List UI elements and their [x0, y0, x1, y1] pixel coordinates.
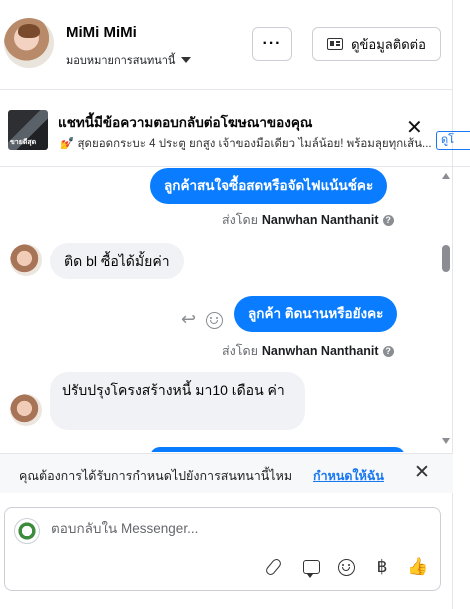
- sent-by-label: ส่งโดย Nanwhan Nanthanit ?: [222, 341, 394, 361]
- sent-by-prefix: ส่งโดย: [222, 344, 258, 358]
- reply-composer: ฿ 👍: [4, 507, 441, 591]
- ad-thumbnail-text: ขายดีสุด: [10, 139, 37, 146]
- emoji-icon: [337, 558, 355, 576]
- sent-by-name: Nanwhan Nanthanit: [261, 213, 379, 227]
- conversation-header: MiMi MiMi มอบหมายการสนทนานี้ ··· ดูข้อมู…: [0, 0, 453, 90]
- sent-by-prefix: ส่งโดย: [222, 213, 258, 227]
- scroll-up-arrow-icon[interactable]: [442, 173, 450, 179]
- assign-conversation-dropdown[interactable]: มอบหมายการสนทนานี้: [66, 51, 192, 69]
- incoming-message[interactable]: ติด bl ซื้อได้มั้ยค่า: [50, 243, 184, 279]
- sent-by-name: Nanwhan Nanthanit: [261, 344, 379, 358]
- info-icon[interactable]: ?: [382, 345, 394, 357]
- more-options-button[interactable]: ···: [252, 27, 292, 61]
- contact-avatar-small: [10, 394, 42, 426]
- incoming-message[interactable]: ปรับปรุงโครงสร้างหนี้ มา10 เดือน ค่า: [50, 372, 305, 430]
- close-icon[interactable]: ✕: [414, 463, 430, 482]
- close-icon[interactable]: ✕: [406, 118, 423, 138]
- ad-banner-subtitle: 💅 สุดยอดกระบะ 4 ประตู ยกสูง เจ้าของมือเด…: [60, 138, 432, 150]
- sent-by-label: ส่งโดย Nanwhan Nanthanit ?: [222, 210, 394, 230]
- ad-reply-banner: ขายดีสุด แชทนี้มีข้อความตอบกลับต่อโฆษณาข…: [0, 91, 470, 167]
- outgoing-message[interactable]: ลูกค้าสนใจซื้อสดหรือจัดไฟแน้นช์คะ: [150, 168, 388, 204]
- reply-input[interactable]: [51, 521, 421, 536]
- outgoing-message-partial[interactable]: [150, 447, 405, 452]
- contact-avatar[interactable]: [4, 18, 54, 68]
- page-avatar: [14, 518, 40, 544]
- baht-icon: ฿: [376, 557, 388, 576]
- emoji-button[interactable]: [335, 556, 357, 578]
- saved-replies-icon: [302, 560, 320, 578]
- assign-label: มอบหมายการสนทนานี้: [66, 55, 176, 67]
- outgoing-message[interactable]: ลูกค้า ติดนานหรือยังคะ: [234, 296, 398, 332]
- saved-replies-button[interactable]: [300, 556, 322, 578]
- scrollbar-thumb[interactable]: [442, 245, 450, 272]
- contact-avatar-small: [10, 244, 42, 276]
- react-emoji-icon[interactable]: [206, 312, 223, 329]
- view-contact-info-button[interactable]: ดูข้อมูลติดต่อ: [312, 27, 441, 61]
- thumbs-up-icon: 👍: [407, 557, 429, 576]
- attach-file-button[interactable]: [262, 556, 284, 578]
- contact-name[interactable]: MiMi MiMi: [66, 24, 137, 41]
- message-thread[interactable]: ลูกค้าสนใจซื้อสดหรือจัดไฟแน้นช์คะ ส่งโดย…: [0, 168, 453, 452]
- paperclip-icon: [263, 557, 283, 577]
- ad-thumbnail[interactable]: ขายดีสุด: [8, 110, 48, 150]
- assign-prompt-bar: คุณต้องการได้รับการกำหนดไปยังการสนทนานี้…: [0, 453, 453, 493]
- view-ad-button[interactable]: ดูโ: [436, 131, 470, 150]
- assign-prompt-text: คุณต้องการได้รับการกำหนดไปยังการสนทนานี้…: [19, 469, 293, 483]
- payment-button[interactable]: ฿: [371, 556, 393, 578]
- info-icon[interactable]: ?: [382, 214, 394, 226]
- caret-down-icon: [181, 57, 192, 63]
- contact-card-icon: [327, 38, 344, 50]
- scroll-down-arrow-icon[interactable]: [442, 438, 450, 444]
- reply-icon[interactable]: ↩: [181, 309, 196, 330]
- view-contact-info-label: ดูข้อมูลติดต่อ: [351, 36, 426, 52]
- thread-scrollbar[interactable]: [440, 168, 452, 452]
- assign-to-me-link[interactable]: กำหนดให้ฉัน: [313, 466, 384, 486]
- like-button[interactable]: 👍: [407, 556, 429, 578]
- ad-banner-title: แชทนี้มีข้อความตอบกลับต่อโฆษณาของคุณ: [58, 115, 313, 130]
